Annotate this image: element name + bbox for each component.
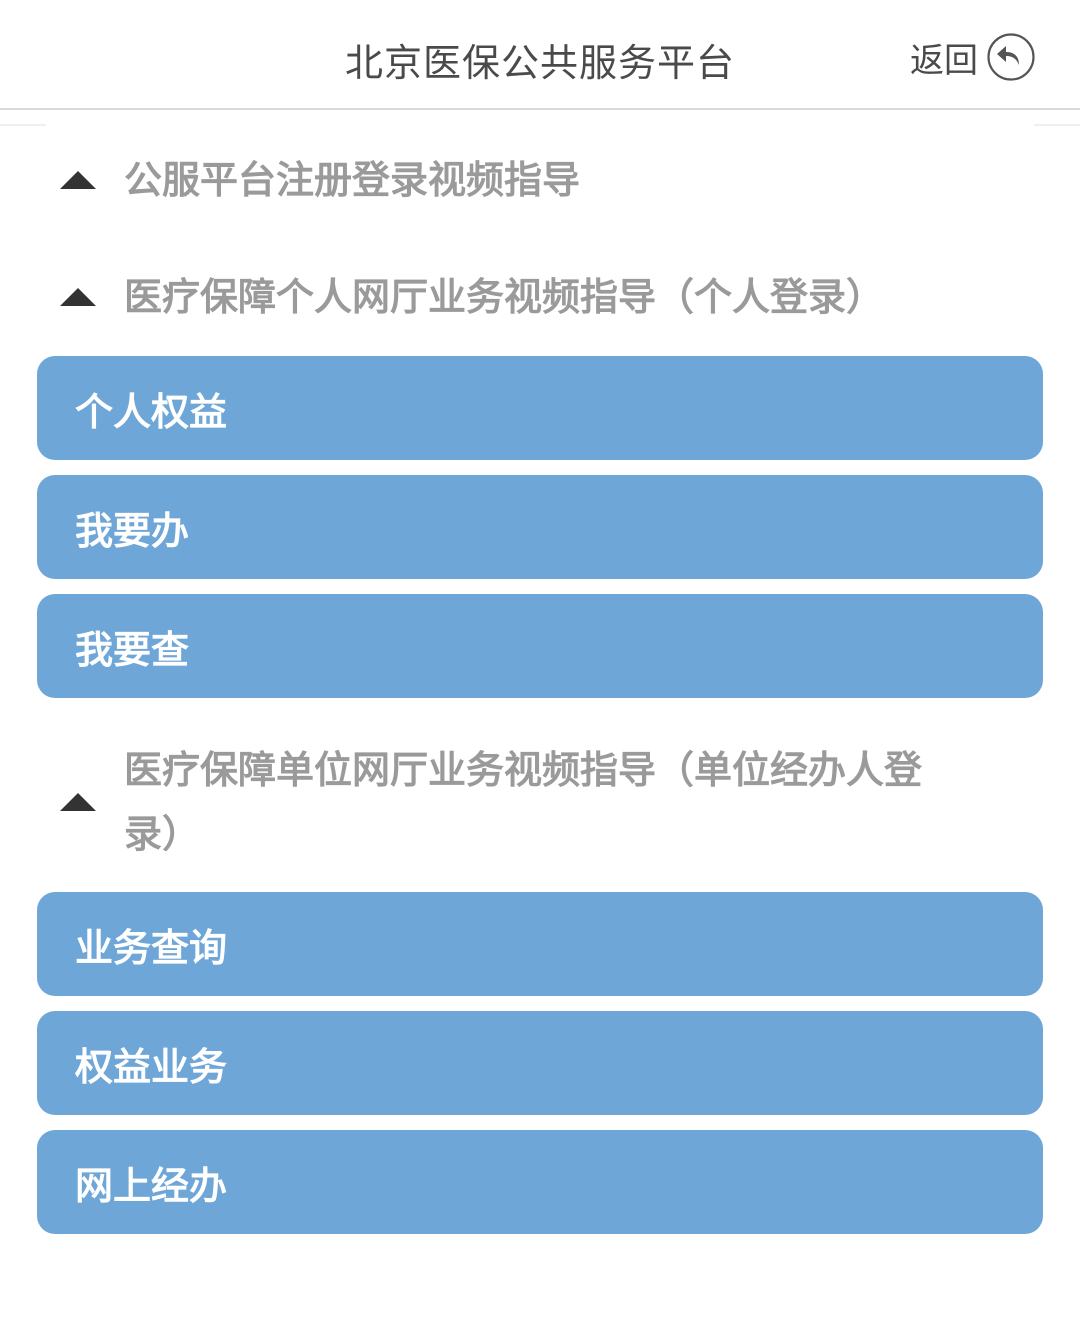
menu-button-personal-rights[interactable]: 个人权益 <box>37 356 1043 460</box>
section-header-unit[interactable]: 医疗保障单位网厅业务视频指导（单位经办人登录） <box>60 738 1020 866</box>
menu-label: 业务查询 <box>75 925 228 970</box>
back-arrow-icon <box>987 33 1035 81</box>
menu-label: 权益业务 <box>75 1044 228 1089</box>
menu-label: 个人权益 <box>75 389 228 434</box>
triangle-up-icon <box>60 793 96 811</box>
section-header-registration[interactable]: 公服平台注册登录视频指导 <box>60 148 1020 212</box>
menu-label: 我要办 <box>75 508 190 553</box>
menu-label: 我要查 <box>75 627 190 672</box>
menu-button-rights-business[interactable]: 权益业务 <box>37 1011 1043 1115</box>
divider-right <box>1034 124 1080 126</box>
section-title: 医疗保障个人网厅业务视频指导（个人登录） <box>124 275 885 319</box>
back-label: 返回 <box>910 40 978 81</box>
menu-button-business-query[interactable]: 业务查询 <box>37 892 1043 996</box>
menu-button-i-want-to-do[interactable]: 我要办 <box>37 475 1043 579</box>
menu-label: 网上经办 <box>75 1163 228 1208</box>
triangle-up-icon <box>60 288 96 306</box>
triangle-up-icon <box>60 171 96 189</box>
back-button[interactable]: 返回 <box>910 30 1036 84</box>
section-header-personal[interactable]: 医疗保障个人网厅业务视频指导（个人登录） <box>60 265 1020 329</box>
menu-button-i-want-to-check[interactable]: 我要查 <box>37 594 1043 698</box>
menu-button-online-handling[interactable]: 网上经办 <box>37 1130 1043 1234</box>
divider-left <box>0 124 46 126</box>
section-title: 公服平台注册登录视频指导 <box>124 158 581 202</box>
top-header: 北京医保公共服务平台 返回 <box>0 0 1080 110</box>
section-title: 医疗保障单位网厅业务视频指导（单位经办人登录） <box>124 748 923 856</box>
